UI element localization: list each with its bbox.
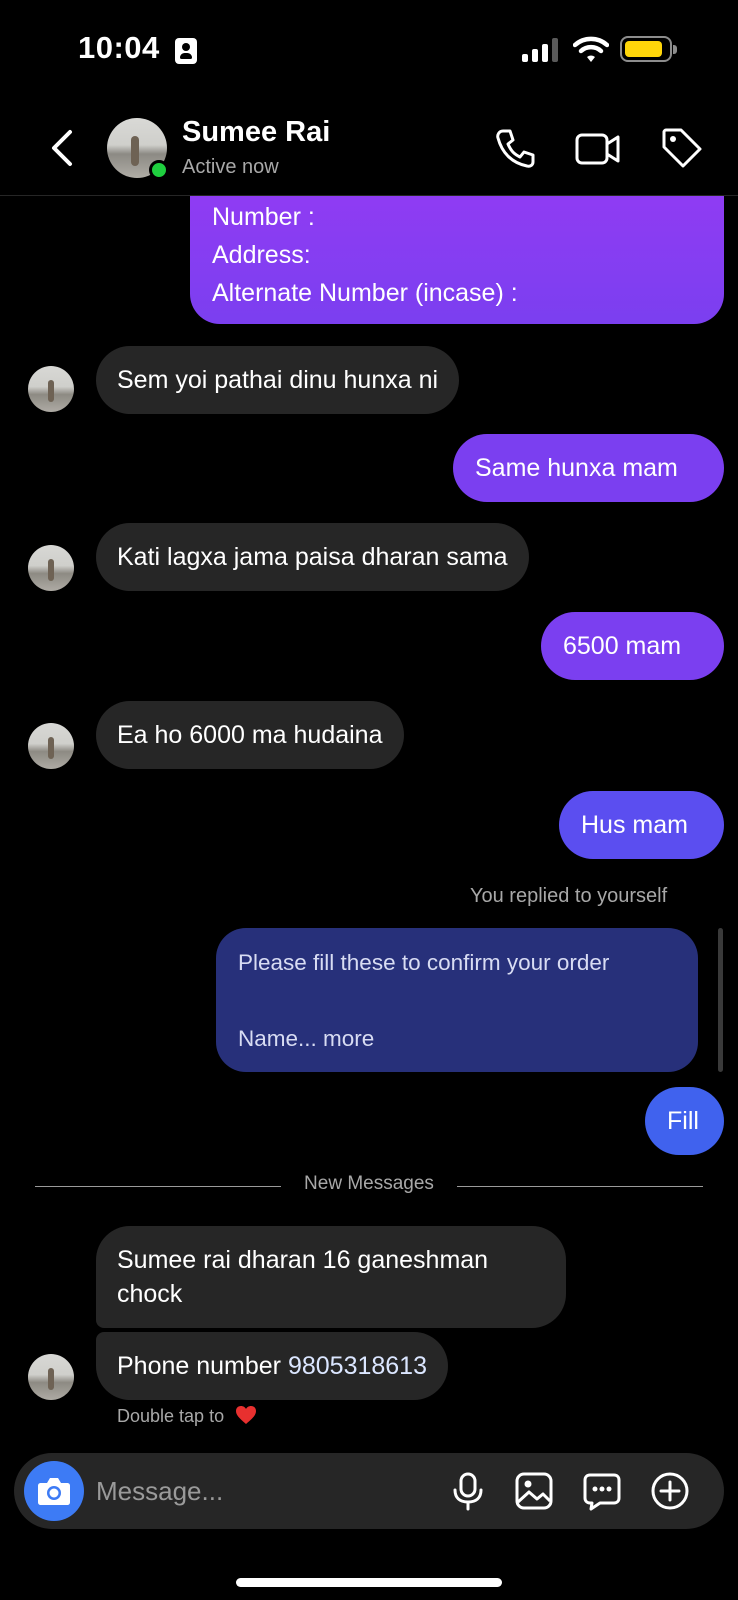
camera-icon [38,1478,70,1505]
online-indicator [149,160,169,180]
heart-icon[interactable] [235,1405,257,1425]
new-messages-label: New Messages [304,1173,434,1194]
phone-icon[interactable] [494,126,538,170]
received-message[interactable]: Sumee rai dharan 16 ganeshman chock [96,1226,566,1328]
contact-name[interactable]: Sumee Rai [182,116,330,149]
wifi-icon [573,36,609,62]
received-message[interactable]: Phone number 9805318613 [96,1332,448,1400]
sender-avatar[interactable] [28,723,74,769]
gallery-icon[interactable] [514,1471,554,1511]
reply-text-more[interactable]: Name... more [238,1026,374,1052]
microphone-icon[interactable] [448,1471,488,1511]
replied-message-preview[interactable]: Please fill these to confirm your order … [216,928,698,1072]
received-message[interactable]: Ea ho 6000 ma hudaina [96,701,404,769]
sent-message[interactable]: Fill [645,1087,724,1155]
sticker-icon[interactable] [582,1471,622,1511]
reply-context-label: You replied to yourself [470,885,668,907]
sent-message[interactable]: Same hunxa mam [453,434,724,502]
double-tap-hint: Double tap to [117,1405,257,1427]
status-time: 10:04 [78,30,160,65]
tag-icon[interactable] [660,126,704,170]
battery-icon [620,36,677,62]
sent-message-form[interactable]: Number : Address: Alternate Number (inca… [190,196,724,324]
status-bar: 10:04 [0,0,738,100]
sender-avatar[interactable] [28,366,74,412]
message-line: chock [117,1280,183,1308]
reply-text-line: Please fill these to confirm your order [238,950,610,975]
sender-avatar[interactable] [28,1354,74,1400]
back-icon[interactable] [44,124,84,172]
scrollbar[interactable] [718,928,723,1072]
chat-header: Sumee Rai Active now [0,100,738,196]
received-message[interactable]: Sem yoi pathai dinu hunxa ni [96,346,460,414]
message-line: Sumee rai dharan 16 ganeshman [117,1246,489,1274]
plus-icon[interactable] [650,1471,690,1511]
form-line: Number : [212,203,315,231]
sent-message[interactable]: 6500 mam [541,612,724,680]
signal-icon [522,38,558,62]
phone-number-link[interactable]: 9805318613 [288,1352,427,1380]
form-line: Alternate Number (incase) : [212,279,518,307]
form-line: Address: [212,241,311,269]
double-tap-label: Double tap to [117,1406,225,1426]
contact-card-icon [175,38,197,64]
received-message[interactable]: Kati lagxa jama paisa dharan sama [96,523,529,591]
message-composer [14,1453,724,1529]
camera-button[interactable] [24,1461,84,1521]
home-indicator[interactable] [236,1578,502,1587]
sent-message[interactable]: Hus mam [559,791,724,859]
message-text: Phone number [117,1352,288,1380]
contact-status: Active now [182,156,279,178]
video-icon[interactable] [574,126,622,170]
chat-screen: 10:04 Sumee Rai Active now Number: Addr… [0,0,738,1600]
message-input[interactable] [96,1471,416,1511]
sender-avatar[interactable] [28,545,74,591]
